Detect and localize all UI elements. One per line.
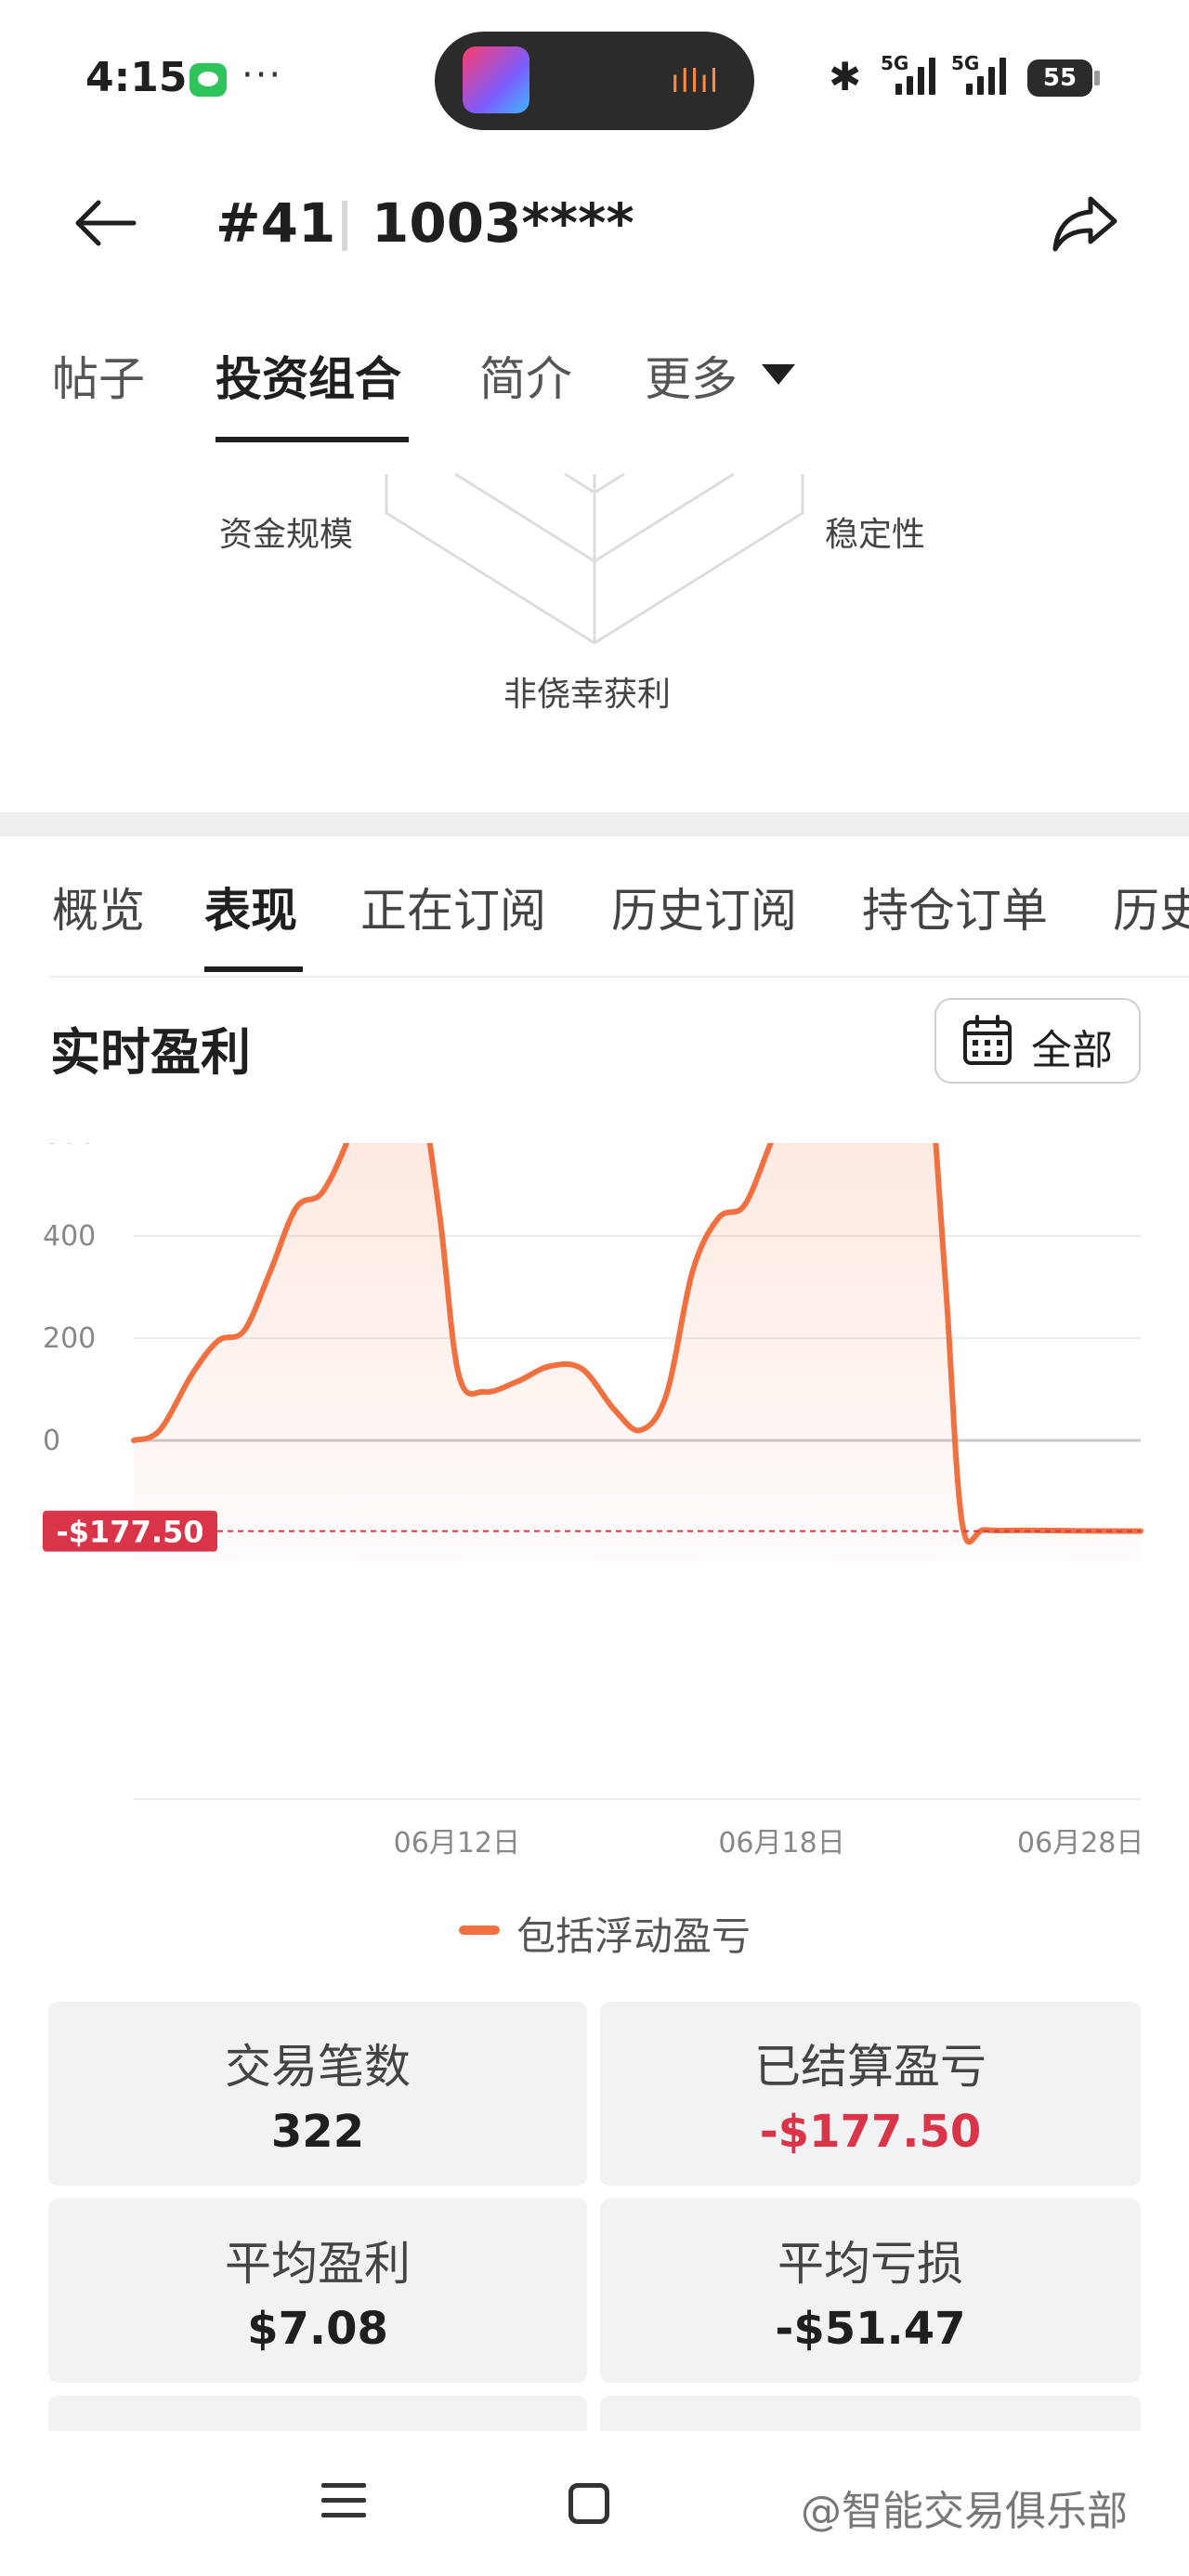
- tab-performance[interactable]: 表现: [204, 874, 297, 940]
- y-tick-label: 0: [43, 1425, 60, 1457]
- radar-label-non-luck: 非侥幸获利: [503, 676, 672, 714]
- share-icon[interactable]: [1048, 186, 1122, 260]
- stat-card-avg-profit: 平均盈利 $7.08: [48, 2199, 587, 2383]
- chevron-down-icon[interactable]: [762, 364, 795, 385]
- radar-label-stability: 稳定性: [825, 516, 926, 554]
- tab-overview[interactable]: 概览: [52, 874, 145, 940]
- signal-icon: 5G: [951, 52, 1013, 95]
- stat-label: 平均盈利: [225, 2237, 411, 2291]
- status-time: 4:15: [85, 54, 188, 101]
- section-title: 实时盈利: [50, 1023, 251, 1082]
- battery-level: 55: [1042, 64, 1078, 92]
- stat-value: $7.08: [247, 2303, 388, 2355]
- stat-label: 已结算盈亏: [754, 2040, 986, 2094]
- island-avatar: [463, 46, 529, 113]
- tab-posts[interactable]: 帖子: [52, 342, 145, 409]
- home-icon[interactable]: [568, 2483, 609, 2524]
- x-tick-label: 06月12日: [394, 1827, 520, 1860]
- wechat-icon: [189, 63, 227, 97]
- stat-label: 交易笔数: [225, 2040, 411, 2094]
- profit-chart: 1K8006004002000 06月12日06月18日06月28日 -$177…: [43, 1143, 1143, 1860]
- radar-chart: [385, 472, 804, 645]
- reference-label: -$177.50: [56, 1515, 203, 1550]
- bluetooth-icon: ✱: [829, 54, 862, 99]
- network-label: 5G: [881, 52, 909, 74]
- x-tick-label: 06月28日: [1017, 1827, 1143, 1860]
- y-tick-label: 200: [43, 1322, 96, 1355]
- section-divider: [0, 812, 1189, 836]
- signal-icon: 5G: [881, 52, 942, 95]
- stat-card-settled-pnl: 已结算盈亏 -$177.50: [600, 2002, 1141, 2186]
- title-separator: [342, 201, 347, 251]
- tab-more[interactable]: 更多: [645, 342, 738, 409]
- x-tick-label: 06月18日: [718, 1827, 844, 1860]
- y-tick-label: 400: [43, 1220, 96, 1253]
- audio-wave-icon: ıllıl: [671, 63, 720, 100]
- user-rank: #41: [216, 191, 336, 255]
- tab-active-indicator: [204, 966, 303, 972]
- y-tick-label: 600: [43, 1143, 96, 1150]
- tab-open-orders[interactable]: 持仓订单: [862, 874, 1048, 940]
- tab-portfolio[interactable]: 投资组合: [216, 342, 401, 409]
- battery-cap: [1094, 71, 1100, 85]
- calendar-icon: [963, 1015, 1012, 1065]
- watermark: @智能交易俱乐部: [801, 2488, 1128, 2535]
- stat-value: 322: [270, 2106, 365, 2158]
- legend-label: 包括浮动盈亏: [516, 1913, 751, 1959]
- tab-profile[interactable]: 简介: [479, 342, 572, 409]
- more-dots-icon: ···: [242, 54, 283, 97]
- tab-history[interactable]: 历史: [1113, 874, 1189, 940]
- stat-value: -$51.47: [775, 2303, 966, 2355]
- stat-card-avg-loss: 平均亏损 -$51.47: [600, 2199, 1141, 2383]
- legend-swatch: [459, 1925, 500, 1935]
- tab-subscribing[interactable]: 正在订阅: [360, 874, 546, 940]
- network-label: 5G: [951, 52, 980, 74]
- menu-icon[interactable]: [321, 2483, 366, 2528]
- chart-area-fill: [134, 1143, 1141, 1561]
- tab-active-indicator: [216, 437, 409, 442]
- user-id: 1003****: [372, 191, 634, 255]
- tab-underline: [50, 976, 1189, 978]
- stat-label: 平均亏损: [777, 2237, 963, 2291]
- back-arrow-icon[interactable]: [69, 186, 143, 260]
- tab-subscription-history[interactable]: 历史订阅: [611, 874, 797, 940]
- radar-label-capital: 资金规模: [219, 516, 354, 554]
- stat-card-trades: 交易笔数 322: [48, 2002, 587, 2186]
- date-range-label: 全部: [1031, 1027, 1113, 1074]
- stat-value: -$177.50: [759, 2106, 982, 2158]
